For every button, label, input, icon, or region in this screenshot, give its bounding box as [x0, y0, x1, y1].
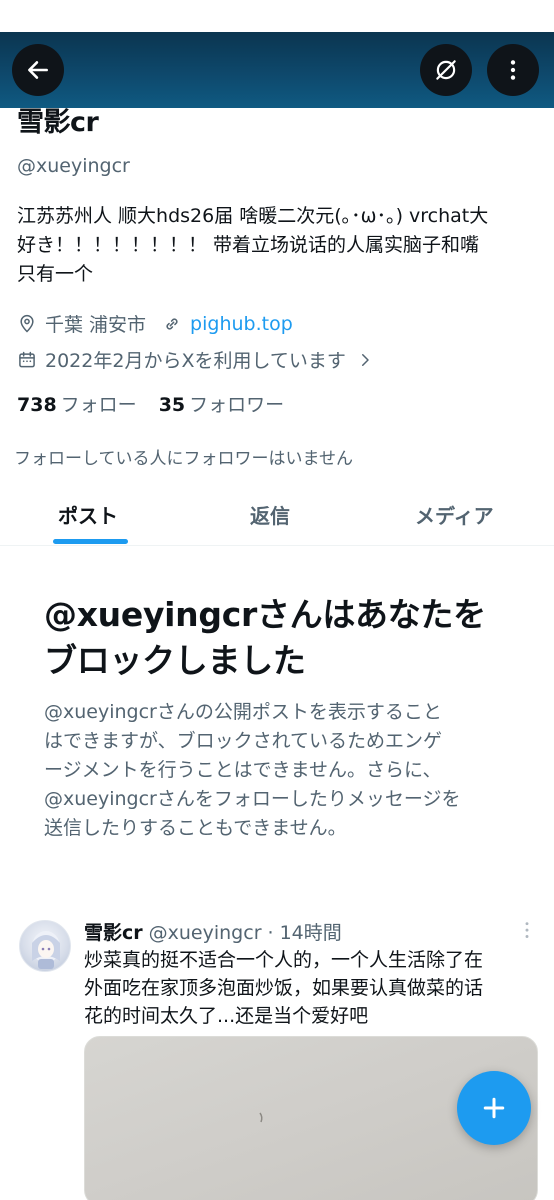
- more-options-button[interactable]: [487, 44, 539, 96]
- blocked-desc-line: ージメントを行うことはできません。さらに、: [44, 759, 442, 781]
- profile-meta-location-row: 千葉 浦安市 pighub.top: [17, 310, 293, 337]
- bio-line: 只有一个: [17, 263, 94, 285]
- more-vertical-icon: [525, 922, 529, 938]
- post-text-line: 炒菜真的挺不适合一个人的，一个人生活除了在: [84, 949, 484, 971]
- post-author-handle[interactable]: @xueyingcr: [149, 922, 262, 944]
- back-button[interactable]: [12, 44, 64, 96]
- bio-line: 好き！！！！！！！！ 带着立场说话的人属实脑子和嘴: [17, 234, 480, 256]
- blocked-desc-line: @xueyingcrさんの公開ポストを表示すること: [44, 701, 442, 723]
- joined-date-row[interactable]: 2022年2月からXを利用しています: [17, 346, 382, 373]
- plus-icon: [483, 1097, 505, 1119]
- post-text-line: 花的时间太久了...还是当个爱好吧: [84, 1005, 369, 1027]
- post-more-button[interactable]: [521, 920, 533, 946]
- bio-line: 江苏苏州人 顺大hds26届 啥暖二次元(｡･ω･｡) vrchat大: [17, 205, 489, 227]
- following-count: 738: [17, 394, 57, 416]
- tab-posts[interactable]: ポスト: [58, 500, 118, 529]
- blocked-desc-line: 送信したりすることもできません。: [44, 817, 347, 839]
- post-text: 炒菜真的挺不适合一个人的，一个人生活除了在 外面吃在家顶多泡面炒饭，如果要认真做…: [84, 946, 546, 1030]
- blocked-title-line: ブロックしました: [44, 641, 306, 680]
- location-pin-icon: [20, 314, 34, 333]
- hide-button[interactable]: [420, 44, 472, 96]
- follow-stats: 738 フォロー 35 フォロワー: [17, 390, 284, 417]
- compose-post-button[interactable]: [457, 1071, 531, 1145]
- following-stat[interactable]: 738 フォロー: [17, 390, 137, 417]
- profile-name: 雪影cr: [17, 107, 99, 138]
- mutual-followers-note: フォローしている人にフォロワーはいません: [14, 449, 353, 469]
- website-link[interactable]: pighub.top: [190, 313, 293, 335]
- active-tab-indicator: [53, 539, 128, 544]
- chevron-right-icon: [361, 353, 369, 366]
- calendar-icon: [19, 351, 35, 367]
- more-vertical-icon: [510, 60, 516, 80]
- location-text: 千葉 浦安市: [45, 314, 147, 336]
- tab-replies[interactable]: 返信: [250, 500, 290, 529]
- post-author-name[interactable]: 雪影cr: [84, 918, 143, 945]
- blocked-desc-line: @xueyingcrさんをフォローしたりメッセージを: [44, 788, 461, 810]
- post-text-line: 外面吃在家顶多泡面炒饭，如果要认真做菜的话: [84, 977, 484, 999]
- post-header: 雪影cr @xueyingcr · 14時間: [84, 918, 342, 945]
- joined-text: 2022年2月からXを利用しています: [45, 350, 346, 372]
- profile-handle: @xueyingcr: [17, 155, 130, 177]
- blocked-title: @xueyingcrさんはあなたを ブロックしました: [44, 592, 524, 684]
- blocked-description: @xueyingcrさんの公開ポストを表示すること はできますが、ブロックされて…: [44, 698, 514, 843]
- profile-tabs: ポスト 返信 メディア: [0, 488, 554, 546]
- link-icon: [166, 317, 178, 330]
- profile-bio: 江苏苏州人 顺大hds26届 啥暖二次元(｡･ω･｡) vrchat大 好き！！…: [17, 202, 547, 289]
- post-time: · 14時間: [267, 922, 342, 944]
- following-label: フォロー: [60, 394, 137, 416]
- followers-stat[interactable]: 35 フォロワー: [159, 390, 284, 417]
- followers-label: フォロワー: [189, 394, 285, 416]
- blocked-title-line: @xueyingcrさんはあなたを: [44, 595, 486, 634]
- avatar-illustration: [32, 931, 60, 969]
- avatar[interactable]: [19, 920, 71, 972]
- eye-slash-icon: [436, 60, 456, 80]
- tab-media[interactable]: メディア: [415, 500, 494, 529]
- arrow-left-icon: [28, 61, 48, 79]
- followers-count: 35: [158, 394, 186, 416]
- blocked-desc-line: はできますが、ブロックされているためエンゲ: [44, 730, 443, 752]
